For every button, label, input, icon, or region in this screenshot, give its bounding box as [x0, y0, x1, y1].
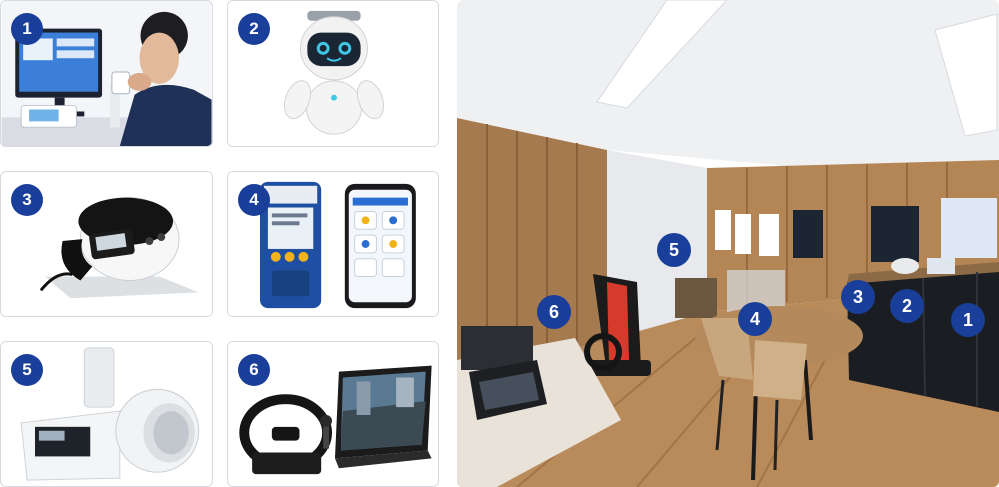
- showroom-illustration: [457, 0, 999, 487]
- product-number-badge: 3: [11, 184, 43, 216]
- product-card-2[interactable]: 2: [227, 0, 439, 147]
- room-marker-1[interactable]: 1: [951, 303, 985, 337]
- room-marker-6[interactable]: 6: [537, 295, 571, 329]
- product-card-4[interactable]: 4: [227, 171, 439, 317]
- product-number-badge: 6: [238, 354, 270, 386]
- product-number-badge: 2: [238, 13, 270, 45]
- product-card-5[interactable]: 5: [0, 341, 213, 487]
- showroom-photo: 1 2 3 4 5 6: [457, 0, 999, 487]
- product-number-badge: 1: [11, 13, 43, 45]
- product-card-1[interactable]: 1: [0, 0, 213, 147]
- product-number-badge: 5: [11, 354, 43, 386]
- product-number-badge: 4: [238, 184, 270, 216]
- room-marker-5[interactable]: 5: [657, 233, 691, 267]
- room-marker-3[interactable]: 3: [841, 280, 875, 314]
- product-card-6[interactable]: 6: [227, 341, 439, 487]
- room-marker-2[interactable]: 2: [890, 289, 924, 323]
- room-marker-4[interactable]: 4: [738, 302, 772, 336]
- product-card-3[interactable]: 3: [0, 171, 213, 317]
